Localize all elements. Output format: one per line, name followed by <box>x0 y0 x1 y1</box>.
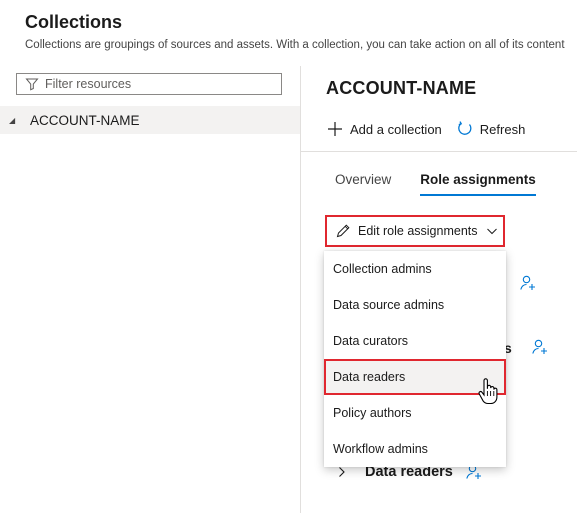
toolbar: Add a collection Refresh <box>326 117 539 141</box>
person-add-icon[interactable] <box>519 274 537 292</box>
menu-item-data-source-admins[interactable]: Data source admins <box>324 287 506 323</box>
person-add-icon[interactable] <box>531 338 549 356</box>
menu-item-collection-admins[interactable]: Collection admins <box>324 251 506 287</box>
chevron-down-icon <box>486 225 498 237</box>
page-title: Collections <box>25 12 123 32</box>
add-collection-label: Add a collection <box>350 121 442 137</box>
chevron-right-icon[interactable] <box>337 466 347 478</box>
filter-icon <box>25 77 39 91</box>
tree-item-account-name[interactable]: ◢ ACCOUNT-NAME <box>0 106 300 134</box>
refresh-button[interactable]: Refresh <box>456 120 526 138</box>
tree-item-label: ACCOUNT-NAME <box>30 112 140 128</box>
toolbar-divider <box>301 151 577 152</box>
page-subtitle: Collections are groupings of sources and… <box>25 39 565 51</box>
hand-pointer-cursor-icon <box>478 378 498 411</box>
edit-role-assignments-button[interactable]: Edit role assignments <box>325 215 505 247</box>
refresh-label: Refresh <box>479 121 526 137</box>
role-assignments-dropdown: Collection admins Data source admins Dat… <box>324 251 506 467</box>
filter-placeholder: Filter resources <box>45 77 132 91</box>
page-header: Collections Collections are groupings of… <box>0 0 577 66</box>
pencil-icon <box>335 223 351 239</box>
tab-bar: Overview Role assignments <box>335 172 565 196</box>
filter-resources-input[interactable]: Filter resources <box>16 73 282 95</box>
edit-role-assignments-label: Edit role assignments <box>358 224 478 238</box>
menu-item-workflow-admins[interactable]: Workflow admins <box>324 431 506 467</box>
plus-icon <box>326 120 350 138</box>
collection-title: ACCOUNT-NAME <box>326 78 477 98</box>
tab-overview[interactable]: Overview <box>335 172 391 196</box>
collections-tree-pane: Filter resources ◢ ACCOUNT-NAME <box>0 66 301 513</box>
menu-item-data-curators[interactable]: Data curators <box>324 323 506 359</box>
refresh-icon <box>456 120 480 138</box>
collapse-caret-icon[interactable]: ◢ <box>9 116 19 125</box>
tab-role-assignments[interactable]: Role assignments <box>420 172 536 196</box>
add-collection-button[interactable]: Add a collection <box>326 120 442 138</box>
